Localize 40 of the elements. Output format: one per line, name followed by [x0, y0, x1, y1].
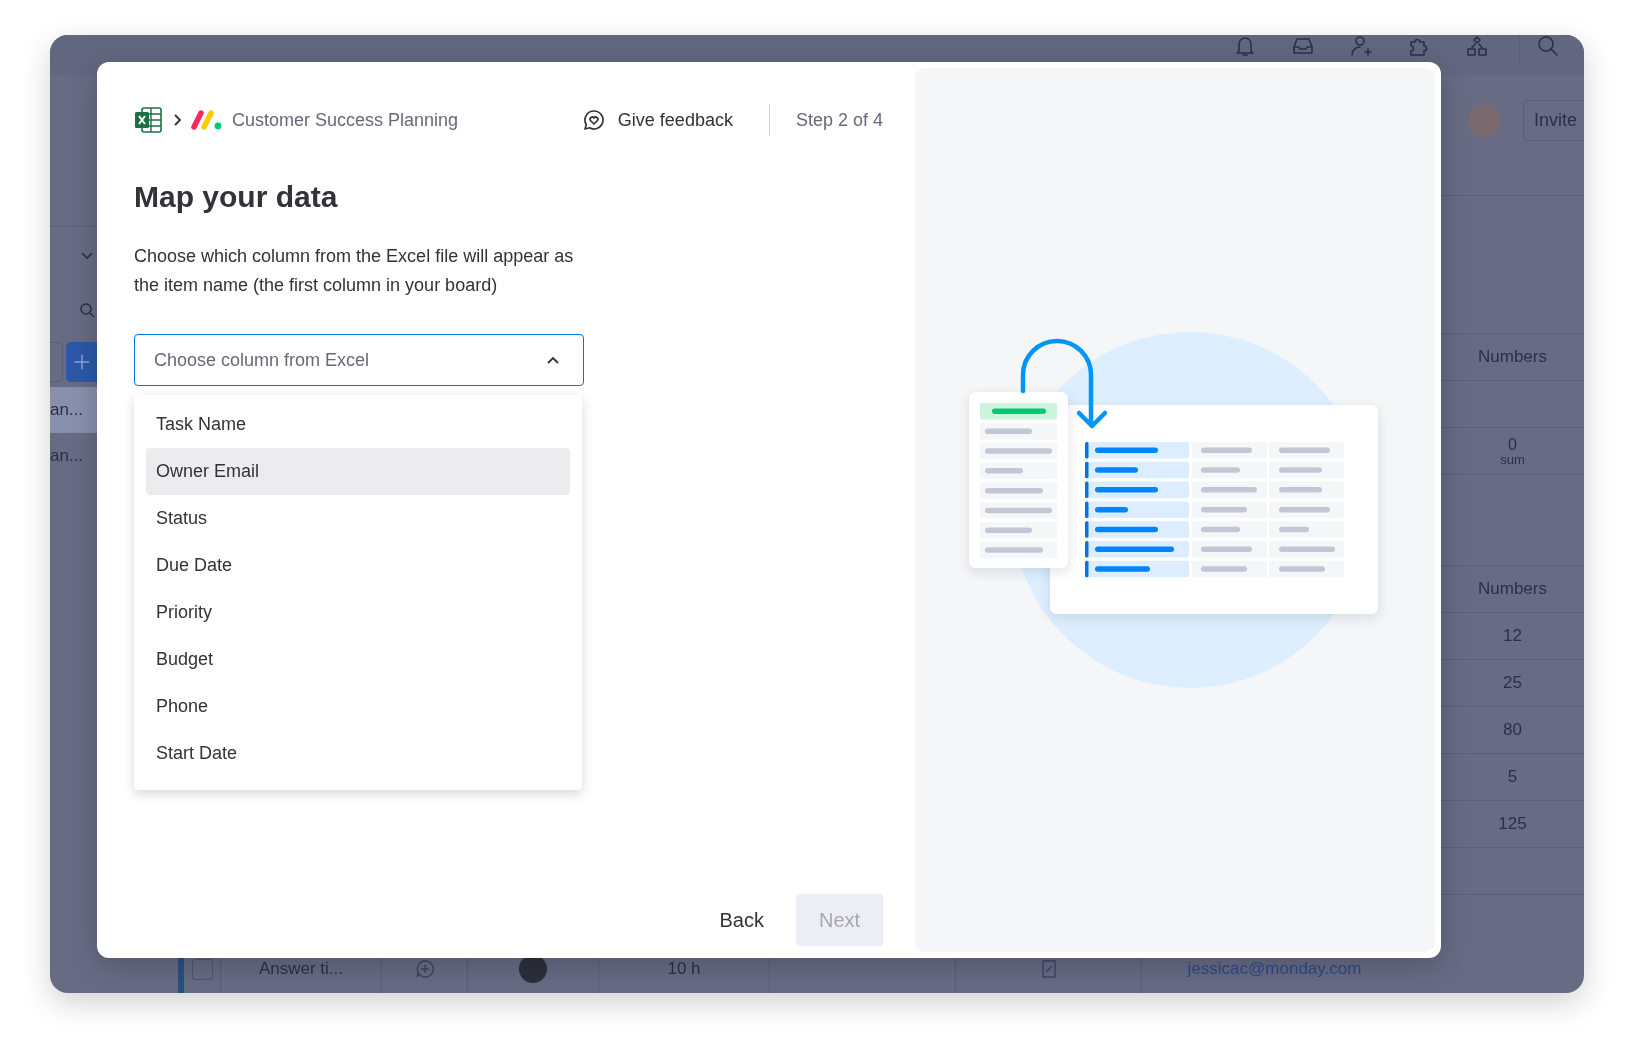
time-cell: 10 h — [667, 959, 701, 979]
board-item[interactable]: an... — [50, 387, 97, 433]
chevron-right-icon — [172, 113, 182, 127]
app-logo-icon — [190, 109, 224, 131]
dropdown-option[interactable]: Status — [146, 495, 570, 542]
column-dropdown[interactable]: Choose column from Excel — [134, 334, 584, 386]
back-button[interactable]: Back — [699, 894, 784, 946]
column-header: Numbers — [1478, 579, 1547, 599]
dropdown-option[interactable]: Due Date — [146, 542, 570, 589]
summary-label: sum — [1500, 452, 1525, 466]
feedback-link[interactable]: Give feedback — [581, 108, 733, 132]
search-field[interactable] — [50, 342, 63, 382]
dropdown-option[interactable]: Phone — [146, 683, 570, 730]
search-icon[interactable] — [79, 301, 95, 318]
description: Choose which column from the Excel file will appear as the item name (the first column in your board) — [134, 245, 575, 297]
number-cell: 25 — [1503, 673, 1522, 693]
item-name: Answer ti... — [258, 959, 344, 979]
number-cell: 80 — [1503, 720, 1522, 740]
dropdown-option[interactable]: Budget — [146, 636, 570, 683]
chat-heart-icon — [581, 108, 606, 132]
dropdown-option[interactable]: Task Name — [146, 401, 570, 448]
number-cell: 12 — [1503, 626, 1522, 646]
board-name: Customer Success Planning — [232, 109, 459, 131]
dropdown-option[interactable]: Owner Email — [146, 448, 570, 495]
summary-value: 0 — [1508, 436, 1517, 453]
add-comment-icon[interactable] — [414, 959, 435, 979]
dropdown-option[interactable]: Start Date — [146, 730, 570, 777]
search-icon[interactable] — [1536, 35, 1560, 58]
number-cell: 5 — [1507, 767, 1518, 787]
step-indicator: Step 2 of 4 — [795, 109, 883, 131]
spreadsheet-icon — [134, 107, 162, 133]
bell-icon[interactable] — [1233, 35, 1257, 58]
plus-icon — [72, 353, 91, 371]
dropdown-option[interactable]: Priority — [146, 589, 570, 636]
apps-icon[interactable] — [1465, 35, 1489, 58]
add-button[interactable] — [66, 342, 97, 382]
number-cell: 125 — [1498, 814, 1527, 834]
column-header: Numbers — [1478, 347, 1547, 367]
add-person-icon[interactable] — [1349, 35, 1373, 58]
dialog-title: Map your data — [134, 179, 339, 215]
